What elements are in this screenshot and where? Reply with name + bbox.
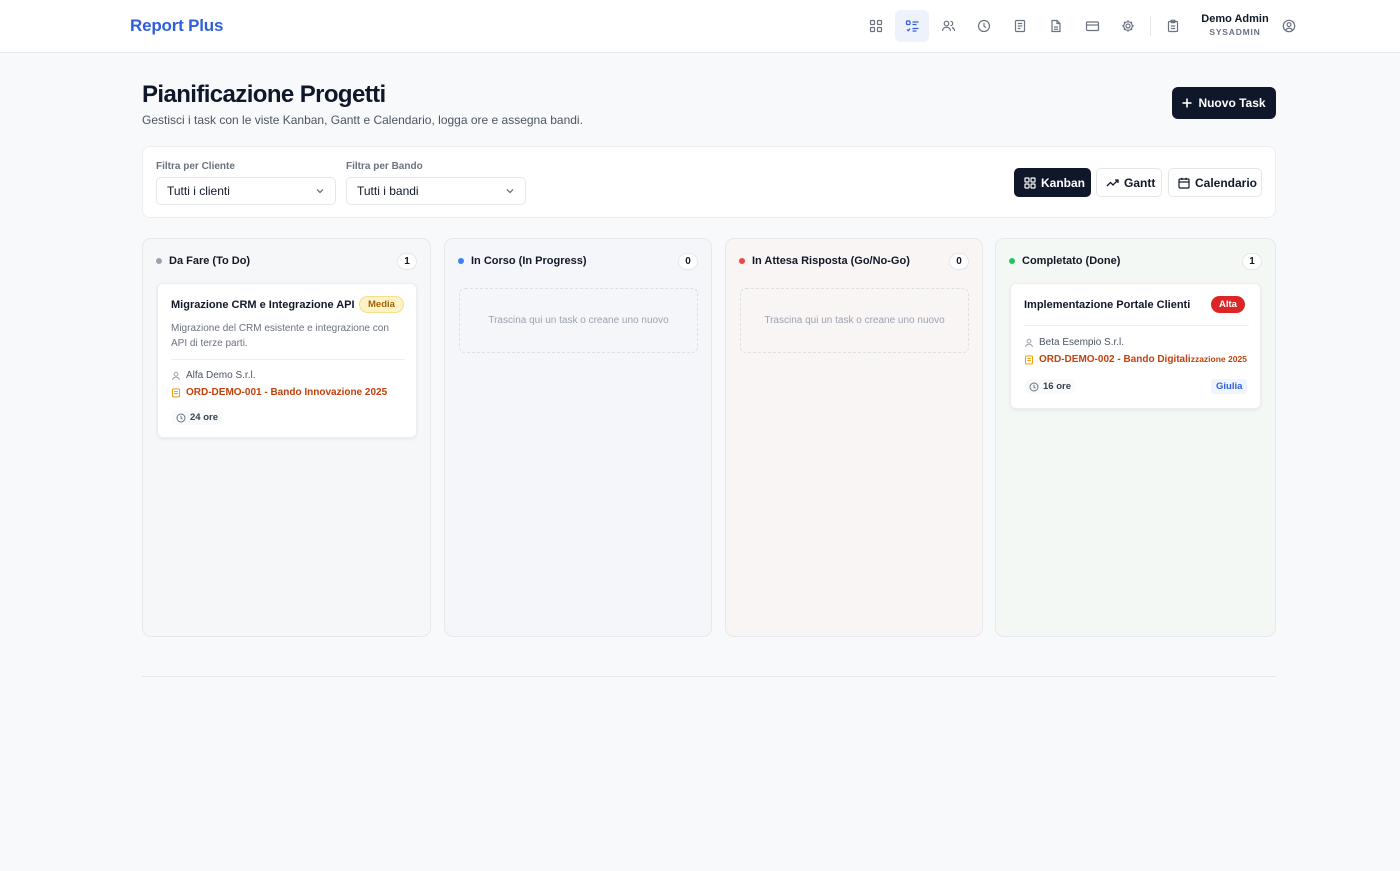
user-avatar-icon[interactable] <box>1272 10 1306 42</box>
assignee-badge[interactable]: Giulia <box>1211 379 1248 394</box>
column-title: In Corso (In Progress) <box>471 255 587 267</box>
bando-filter-value: Tutti i bandi <box>357 184 419 198</box>
priority-badge: Media <box>359 296 404 313</box>
column-header: In Corso (In Progress) 0 <box>458 252 698 270</box>
status-dot <box>156 258 162 264</box>
user-icon <box>1024 338 1034 348</box>
task-order[interactable]: ORD-DEMO-001 - Bando Innovazione 2025 <box>171 387 387 398</box>
column-header: In Attesa Risposta (Go/No-Go) 0 <box>739 252 969 270</box>
column-count-badge: 1 <box>397 252 417 270</box>
client-name: Alfa Demo S.r.l. <box>186 370 256 381</box>
chevron-down-icon <box>505 186 515 196</box>
page-title: Pianificazione Progetti <box>142 81 386 108</box>
clock-icon <box>1029 382 1039 392</box>
gantt-view-button[interactable]: Gantt <box>1096 168 1162 197</box>
column-title: Completato (Done) <box>1022 255 1121 267</box>
kanban-column-todo[interactable]: Da Fare (To Do) 1 Migrazione CRM e Integ… <box>142 238 431 637</box>
client-filter-label: Filtra per Cliente <box>156 161 235 172</box>
column-title: Da Fare (To Do) <box>169 255 251 267</box>
kanban-view-label: Kanban <box>1041 175 1086 190</box>
order-icon <box>171 388 181 398</box>
task-client: Alfa Demo S.r.l. <box>171 370 255 381</box>
kanban-column-in-progress[interactable]: In Corso (In Progress) 0 Trascina qui un… <box>444 238 712 637</box>
order-text: ORD-DEMO-002 - Bando Digitalizzazione 20… <box>1039 354 1247 365</box>
column-header: Da Fare (To Do) 1 <box>156 252 417 270</box>
users-icon[interactable] <box>931 10 965 42</box>
column-count-badge: 0 <box>678 252 698 270</box>
client-filter-select[interactable]: Tutti i clienti <box>156 177 336 205</box>
card-divider <box>171 359 405 360</box>
task-card[interactable]: Migrazione CRM e Integrazione API Media … <box>157 283 417 438</box>
top-navbar: Report Plus Demo Admin SYSADMIN <box>0 0 1400 53</box>
clipboard-icon[interactable] <box>1156 10 1190 42</box>
calendar-view-label: Calendario <box>1195 175 1258 190</box>
priority-badge: Alta <box>1211 296 1245 313</box>
document-icon[interactable] <box>1039 10 1073 42</box>
kanban-view-button[interactable]: Kanban <box>1014 168 1091 197</box>
status-dot <box>1009 258 1015 264</box>
user-role: SYSADMIN <box>1209 27 1261 37</box>
client-name: Beta Esempio S.r.l. <box>1039 337 1125 348</box>
empty-dropzone[interactable]: Trascina qui un task o creane uno nuovo <box>740 288 969 353</box>
empty-dropzone[interactable]: Trascina qui un task o creane uno nuovo <box>459 288 698 353</box>
calendar-view-button[interactable]: Calendario <box>1168 168 1262 197</box>
new-task-button[interactable]: Nuovo Task <box>1172 87 1276 119</box>
reports-icon[interactable] <box>1003 10 1037 42</box>
user-name: Demo Admin <box>1201 13 1269 25</box>
order-text: ORD-DEMO-001 - Bando Innovazione 2025 <box>186 387 388 398</box>
settings-icon[interactable] <box>1111 10 1145 42</box>
nav-divider <box>1150 16 1151 36</box>
tasks-icon[interactable] <box>895 10 929 42</box>
hours-value: 24 ore <box>190 412 218 423</box>
task-hours: 24 ore <box>172 410 222 425</box>
page-subtitle: Gestisci i task con le viste Kanban, Gan… <box>142 113 583 127</box>
status-dot <box>739 258 745 264</box>
app-brand[interactable]: Report Plus <box>130 16 223 36</box>
column-title: In Attesa Risposta (Go/No-Go) <box>752 255 910 267</box>
task-title: Migrazione CRM e Integrazione API <box>171 299 355 311</box>
task-title: Implementazione Portale Clienti <box>1024 299 1191 311</box>
gantt-view-label: Gantt <box>1124 175 1156 190</box>
calendar-icon <box>1178 177 1190 189</box>
user-info[interactable]: Demo Admin SYSADMIN <box>1196 13 1274 39</box>
kanban-column-done[interactable]: Completato (Done) 1 Implementazione Port… <box>995 238 1276 637</box>
chevron-down-icon <box>315 186 325 196</box>
plus-icon <box>1182 98 1192 108</box>
card-icon[interactable] <box>1075 10 1109 42</box>
clock-icon <box>176 413 186 423</box>
new-task-label: Nuovo Task <box>1198 96 1266 110</box>
page-footer-divider <box>142 676 1276 677</box>
bando-filter-select[interactable]: Tutti i bandi <box>346 177 526 205</box>
client-filter-value: Tutti i clienti <box>167 184 230 198</box>
order-icon <box>1024 355 1034 365</box>
dashboard-icon[interactable] <box>859 10 893 42</box>
task-description: Migrazione del CRM esistente e integrazi… <box>171 323 389 349</box>
card-divider <box>1024 325 1249 326</box>
task-hours: 16 ore <box>1025 379 1075 394</box>
filters-panel: Filtra per Cliente Tutti i clienti Filtr… <box>142 146 1276 218</box>
bando-filter-label: Filtra per Bando <box>346 161 423 172</box>
column-header: Completato (Done) 1 <box>1009 252 1262 270</box>
trend-up-icon <box>1106 177 1119 189</box>
column-count-badge: 1 <box>1242 252 1262 270</box>
hours-value: 16 ore <box>1043 381 1071 392</box>
task-client: Beta Esempio S.r.l. <box>1024 337 1124 348</box>
task-card[interactable]: Implementazione Portale Clienti Alta Bet… <box>1010 283 1261 409</box>
task-order[interactable]: ORD-DEMO-002 - Bando Digitalizzazione 20… <box>1024 354 1247 365</box>
column-count-badge: 0 <box>949 252 969 270</box>
kanban-icon <box>1024 176 1036 189</box>
status-dot <box>458 258 464 264</box>
clock-icon[interactable] <box>967 10 1001 42</box>
kanban-column-awaiting[interactable]: In Attesa Risposta (Go/No-Go) 0 Trascina… <box>725 238 983 637</box>
user-icon <box>171 371 181 381</box>
